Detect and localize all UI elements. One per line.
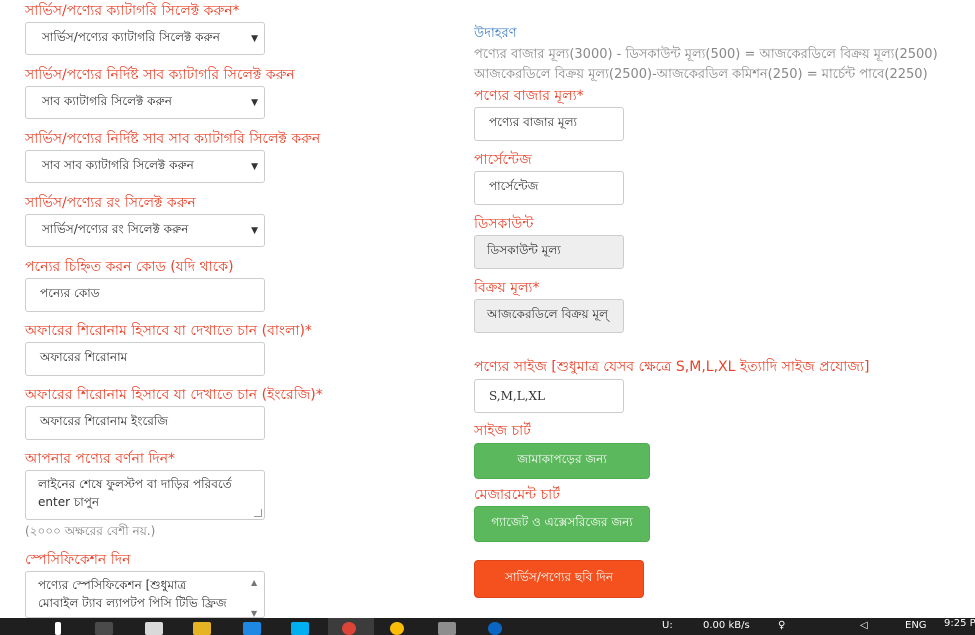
color-selected: সার্ভিস/পণ্যের রং সিলেক্ট করুন	[42, 221, 189, 236]
sale-price-input: আজকেরডিলে বিক্রয় মূল্	[474, 299, 624, 333]
description-placeholder-line1: লাইনের শেষে ফুলস্টপ বা দাড়ির পরিবর্তে	[38, 477, 232, 491]
market-price-input[interactable]: পণ্যের বাজার মূল্য	[474, 107, 624, 141]
size-chart-label: সাইজ চার্ট	[474, 423, 531, 439]
upload-image-button[interactable]: সার্ভিস/পণ্যের ছবি দিন	[474, 560, 644, 598]
offer-title-en-input[interactable]: অফারের শিরোনাম ইংরেজি	[25, 406, 265, 440]
description-placeholder-line2: enter চাপুন	[38, 495, 100, 509]
sub-category-select[interactable]: সাব ক্যাটাগরি সিলেক্ট করুন ▼	[25, 86, 265, 119]
chrome-icon[interactable]	[342, 622, 356, 635]
specification-placeholder-line1: পণ্যের স্পেসিফিকেশন [শুধুমাত্র	[38, 578, 187, 592]
dropdown-arrow-icon: ▼	[251, 97, 258, 108]
color-label: সার্ভিস/পণ্যের রং সিলেক্ট করুন	[25, 195, 196, 211]
net-label: U:	[662, 620, 673, 631]
sub-sub-category-label: সার্ভিস/পণ্যের নির্দিষ্ট সাব সাব ক্যাটাগ…	[25, 131, 321, 147]
percentage-input[interactable]: পার্সেন্টেজ	[474, 171, 624, 205]
search-icon[interactable]	[55, 622, 61, 635]
specification-label: স্পেসিফিকেশন দিন	[25, 552, 131, 568]
scroll-up-icon[interactable]: ▲	[251, 574, 263, 592]
dropdown-arrow-icon: ▼	[251, 161, 258, 172]
example-heading: উদাহরণ	[474, 26, 517, 41]
example-line-1: পণ্যের বাজার মূল্য(3000) - ডিসকাউন্ট মূল…	[474, 47, 938, 62]
scroll-down-icon[interactable]: ▼	[251, 605, 263, 617]
product-code-input[interactable]: পন্যের কোড	[25, 278, 265, 312]
category-selected: সার্ভিস/পণ্যের ক্যাটাগরি সিলেক্ট করুন	[42, 29, 220, 44]
measurement-chart-button[interactable]: গ্যাজেট ও এক্সেসরিজের জন্য	[474, 506, 650, 542]
store-icon[interactable]	[243, 622, 261, 635]
discount-input: ডিসকাউন্ট মূল্য	[474, 235, 624, 269]
product-code-label: পন্যের চিহ্নিত করন কোড (যদি থাকে)	[25, 259, 234, 275]
description-label: আপনার পণ্যের বর্ণনা দিন*	[25, 451, 176, 467]
folder-icon[interactable]	[193, 622, 211, 635]
app-icon[interactable]	[488, 622, 502, 635]
skype-icon[interactable]	[291, 622, 309, 635]
person-icon[interactable]: ♀	[778, 620, 785, 631]
offer-title-bn-input[interactable]: অফারের শিরোনাম	[25, 342, 265, 376]
notepad-icon[interactable]	[438, 622, 456, 635]
percentage-label: পার্সেন্টেজ	[474, 152, 532, 168]
net-speed: 0.00 kB/s	[703, 620, 750, 631]
edge-icon[interactable]	[145, 622, 163, 635]
specification-textarea[interactable]: পণ্যের স্পেসিফিকেশন [শুধুমাত্র মোবাইল ট্…	[25, 571, 265, 618]
language-indicator[interactable]: ENG	[905, 620, 927, 631]
dropdown-arrow-icon: ▼	[251, 33, 258, 44]
dropdown-arrow-icon: ▼	[251, 225, 258, 236]
clock[interactable]: 9:25 P	[944, 618, 975, 629]
example-line-2: আজকেরডিলে বিক্রয় মূল্য(2500)-আজকেরডিল ক…	[474, 67, 928, 82]
sub-category-label: সার্ভিস/পণ্যের নির্দিষ্ট সাব ক্যাটাগরি স…	[25, 67, 295, 83]
sub-category-selected: সাব ক্যাটাগরি সিলেক্ট করুন	[42, 93, 172, 108]
size-input[interactable]: S,M,L,XL	[474, 379, 624, 413]
sale-price-label: বিক্রয় মূল্য*	[474, 280, 540, 296]
color-select[interactable]: সার্ভিস/পণ্যের রং সিলেক্ট করুন ▼	[25, 214, 265, 247]
taskbar: U: 0.00 kB/s ♀ ◁ ENG 9:25 P	[0, 618, 975, 635]
task-view-icon[interactable]	[95, 622, 113, 635]
category-label: সার্ভিস/পণ্যের ক্যাটাগরি সিলেক্ট করুন*	[25, 3, 240, 19]
specification-placeholder-line2: মোবাইল ট্যাব ল্যাপটপ পিসি টিভি ফ্রিজ	[38, 596, 227, 610]
measurement-chart-label: মেজারমেন্ট চার্ট	[474, 487, 560, 503]
category-select[interactable]: সার্ভিস/পণ্যের ক্যাটাগরি সিলেক্ট করুন ▼	[25, 22, 265, 55]
size-label: পণ্যের সাইজ [শুধুমাত্র যেসব ক্ষেত্রে S,M…	[474, 359, 870, 375]
discount-label: ডিসকাউন্ট	[474, 216, 534, 232]
size-chart-button[interactable]: জামাকাপড়ের জন্য	[474, 443, 650, 479]
description-textarea[interactable]: লাইনের শেষে ফুলস্টপ বা দাড়ির পরিবর্তে e…	[25, 470, 265, 520]
volume-icon[interactable]: ◁	[860, 620, 868, 631]
offer-title-bn-label: অফারের শিরোনাম হিসাবে যা দেখাতে চান (বাং…	[25, 323, 312, 339]
sub-sub-category-selected: সাব সাব ক্যাটাগরি সিলেক্ট করুন	[42, 157, 194, 172]
resize-grip-icon[interactable]	[254, 509, 262, 517]
offer-title-en-label: অফারের শিরোনাম হিসাবে যা দেখাতে চান (ইংর…	[25, 387, 323, 403]
paint-icon[interactable]	[390, 622, 404, 635]
sub-sub-category-select[interactable]: সাব সাব ক্যাটাগরি সিলেক্ট করুন ▼	[25, 150, 265, 183]
market-price-label: পণ্যের বাজার মূল্য*	[474, 88, 584, 104]
description-hint: (২০০০ অক্ষরের বেশী নয়.)	[25, 524, 156, 538]
